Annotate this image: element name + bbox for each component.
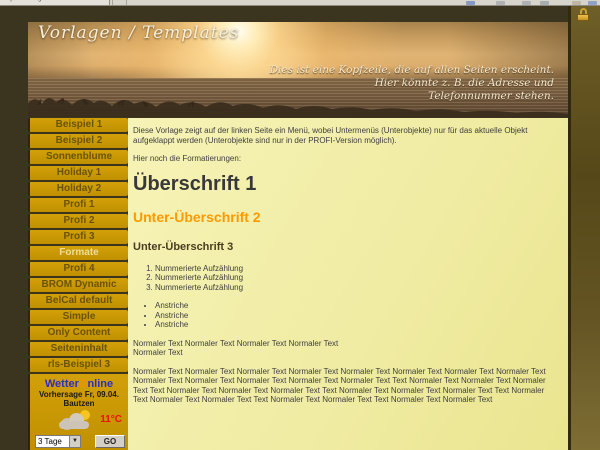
toolbar-icon[interactable] [572, 1, 581, 5]
sidebar-item-profi-1[interactable]: Profi 1 [28, 198, 128, 212]
bullet-list-item: Anstriche [155, 311, 560, 321]
browser-toolbar: emplates - Allgemeine Formate für Texte … [0, 0, 600, 6]
intro-paragraph: Diese Vorlage zeigt auf der linken Seite… [133, 126, 560, 145]
sidebar-item-beispiel-2[interactable]: Beispiel 2 [28, 134, 128, 148]
sidebar-item-holiday-2[interactable]: Holiday 2 [28, 182, 128, 196]
sidebar-item-simple[interactable]: Simple [28, 310, 128, 324]
lock-body [577, 14, 589, 21]
cloud-sun-icon [58, 412, 92, 428]
logo-text: nline [87, 378, 113, 390]
sidebar-item-formate[interactable]: Formate [28, 246, 128, 260]
toolbar-divider [126, 0, 127, 6]
toolbar-divider [112, 0, 113, 6]
bullet-list: Anstriche Anstriche Anstriche [155, 301, 560, 330]
lock-icon [576, 8, 590, 21]
content-right-edge [568, 6, 571, 450]
sidebar-item-rls-beispiel-3[interactable]: rls-Beispiel 3 [28, 358, 128, 372]
long-text-paragraph: Normaler Text Normaler Text Normaler Tex… [133, 367, 560, 405]
sidebar-item-beispiel-1[interactable]: Beispiel 1 [28, 118, 128, 132]
sidebar-item-brom-dynamic[interactable]: BROM Dynamic [28, 278, 128, 292]
heading-3: Unter-Überschrift 3 [133, 241, 560, 254]
sidebar-item-seiteninhalt[interactable]: Seiteninhalt [28, 342, 128, 356]
screen: emplates - Allgemeine Formate für Texte … [0, 0, 600, 450]
sidebar-item-holiday-1[interactable]: Holiday 1 [28, 166, 128, 180]
heading-1: Überschrift 1 [133, 173, 560, 195]
temperature-value: 11°C [100, 414, 122, 425]
numbered-list: Nummerierte Aufzählung Nummerierte Aufzä… [155, 264, 560, 293]
go-button[interactable]: GO [95, 435, 125, 448]
toolbar-icon[interactable] [540, 1, 549, 5]
content-area: Diese Vorlage zeigt auf der linken Seite… [128, 118, 568, 450]
logo-text: Wetter [45, 378, 79, 390]
heading-2: Unter-Überschrift 2 [133, 209, 560, 225]
weather-controls: 3 Tage ▼ GO [35, 435, 127, 448]
weather-condition-row: 11°C [30, 410, 128, 430]
sidebar-item-profi-4[interactable]: Profi 4 [28, 262, 128, 276]
header-tagline: Dies ist eine Kopfzeile, die auf allen S… [270, 64, 554, 103]
wetteronline-logo[interactable]: WetterOnline [30, 378, 128, 390]
normal-text-paragraph: Normaler Text Normaler Text Normaler Tex… [133, 339, 560, 358]
weather-widget: WetterOnline Vorhersage Fr, 09.04. Bautz… [28, 374, 128, 450]
numbered-list-item: Nummerierte Aufzählung [155, 264, 560, 274]
sidebar-item-sonnenblume[interactable]: Sonnenblume [28, 150, 128, 164]
browser-tab[interactable]: emplates - Allgemeine Formate für Texte … [0, 0, 110, 6]
tagline-line: Hier könnte z. B. die Adresse und [270, 77, 554, 90]
toolbar-icon[interactable] [522, 1, 531, 5]
sidebar-item-belcal-default[interactable]: BelCal default [28, 294, 128, 308]
bullet-list-item: Anstriche [155, 301, 560, 311]
normal-text-line: Normaler Text [133, 348, 183, 357]
print-icon[interactable] [496, 1, 505, 5]
range-select-value: 3 Tage [38, 437, 62, 446]
bullet-list-item: Anstriche [155, 320, 560, 330]
forecast-date-label: Vorhersage Fr, 09.04. [30, 390, 128, 399]
tagline-line: Dies ist eine Kopfzeile, die auf allen S… [270, 64, 554, 77]
chevron-down-icon[interactable]: ▼ [69, 436, 80, 447]
cloud-part [59, 421, 89, 429]
help-icon[interactable] [588, 1, 597, 5]
sidebar-item-profi-3[interactable]: Profi 3 [28, 230, 128, 244]
normal-text-line: Normaler Text Normaler Text Normaler Tex… [133, 339, 338, 348]
numbered-list-item: Nummerierte Aufzählung [155, 273, 560, 283]
tagline-line: Telefonnummer stehen. [270, 90, 554, 103]
sidebar-item-only-content[interactable]: Only Content [28, 326, 128, 340]
page-background-right [571, 6, 600, 450]
browser-tab-title: emplates - Allgemeine Formate für Texte … [2, 0, 110, 2]
range-select[interactable]: 3 Tage ▼ [35, 435, 81, 448]
format-intro-paragraph: Hier noch die Formatierungen: [133, 154, 560, 164]
sidebar-item-profi-2[interactable]: Profi 2 [28, 214, 128, 228]
header-image: Vorlagen / Templates Dies ist eine Kopfz… [28, 22, 568, 117]
site-title: Vorlagen / Templates [38, 23, 239, 43]
numbered-list-item: Nummerierte Aufzählung [155, 283, 560, 293]
sidebar-menu: Beispiel 1 Beispiel 2 Sonnenblume Holida… [28, 118, 128, 374]
toolbar-icon[interactable] [466, 1, 475, 5]
city-label: Bautzen [30, 399, 128, 408]
